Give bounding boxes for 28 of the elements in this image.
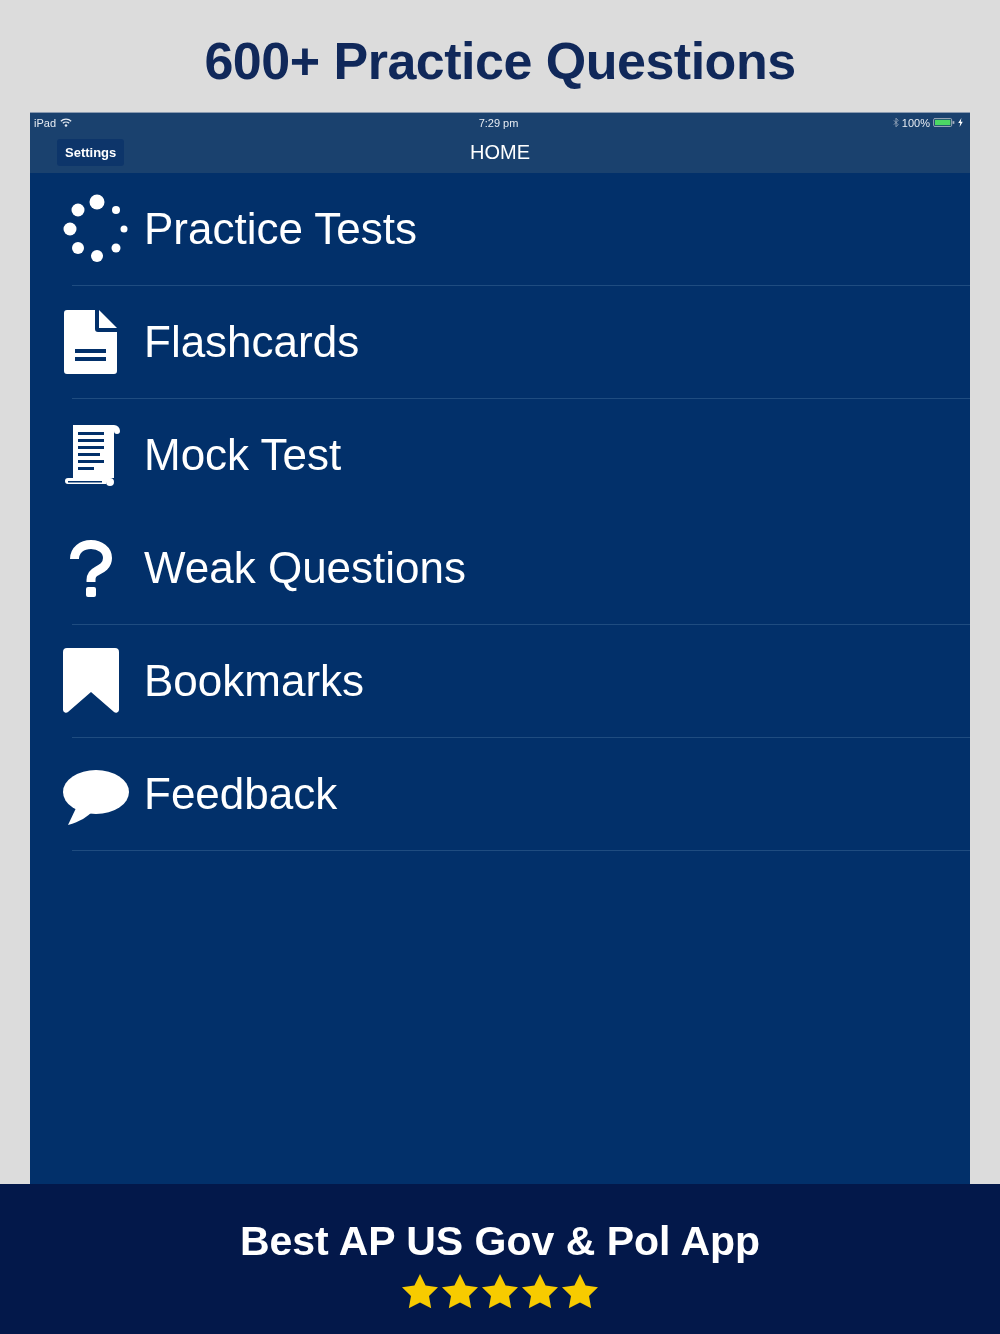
headline: 600+ Practice Questions — [204, 31, 796, 91]
star-icon — [441, 1273, 479, 1309]
bookmark-icon — [63, 648, 119, 714]
settings-button[interactable]: Settings — [57, 139, 125, 166]
star-icon — [401, 1273, 439, 1309]
menu-item[interactable]: Weak Questions — [30, 512, 970, 624]
speech-bubble-icon — [63, 770, 129, 826]
spinner-icon — [63, 194, 129, 264]
star-icon — [561, 1273, 599, 1309]
status-time: 7:29 pm — [478, 116, 519, 129]
menu-item[interactable]: Practice Tests — [30, 173, 970, 285]
star-icon — [481, 1273, 519, 1309]
menu-item[interactable]: Flashcards — [30, 286, 970, 398]
star-icon — [521, 1273, 559, 1309]
device-name: iPad — [34, 116, 57, 129]
menu-item[interactable]: Feedback — [30, 738, 970, 850]
battery-icon — [933, 118, 955, 127]
menu-item[interactable]: Bookmarks — [30, 625, 970, 737]
scroll-icon — [64, 422, 121, 488]
wifi-icon — [60, 118, 73, 127]
document-icon — [64, 310, 117, 374]
charging-bolt-icon — [958, 118, 963, 127]
bluetooth-icon — [892, 117, 899, 128]
banner-title: Best AP US Gov & Pol App — [239, 1217, 761, 1265]
menu-item[interactable]: Mock Test — [30, 399, 970, 511]
battery-percent: 100% — [901, 116, 930, 129]
nav-title: HOME — [470, 141, 530, 164]
question-mark-icon — [70, 539, 112, 597]
